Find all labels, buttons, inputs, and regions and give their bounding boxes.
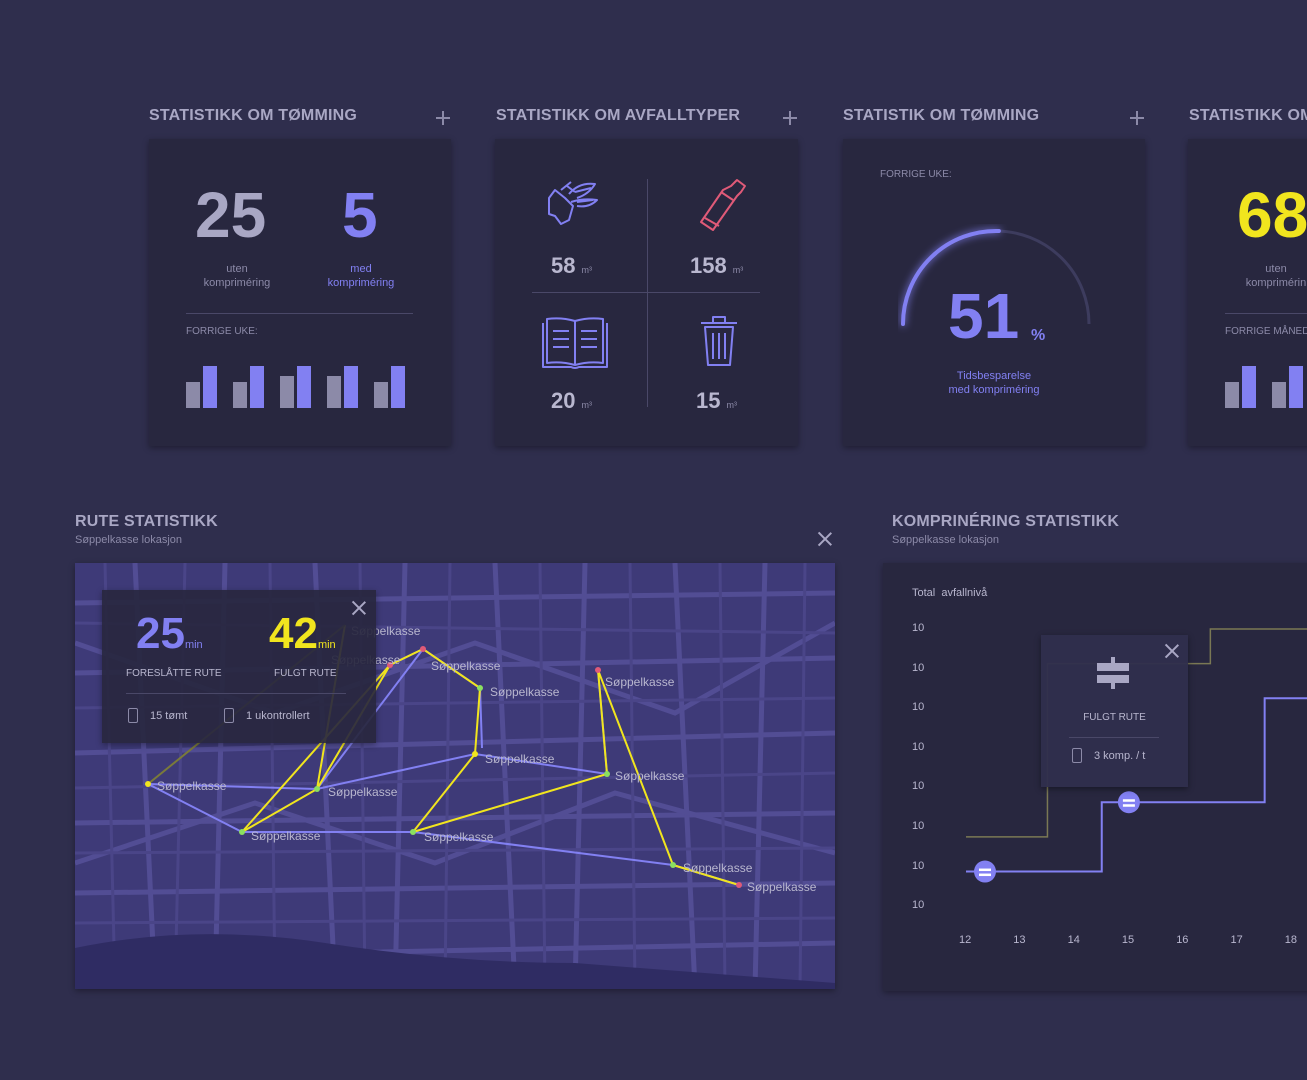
compression-subtitle: Søppelkasse lokasjon [892,534,1000,546]
card-title-tomming-2: STATISTIK OM TØMMING [843,107,1040,124]
route-summary-panel: 25min FORESLÅTTE RUTE 42min FULGT RUTE 1… [102,590,376,743]
organic-waste-icon [548,181,598,225]
add-icon[interactable] [783,111,797,125]
unchecked-count: 1 ukontrollert [246,710,310,722]
bin-label: Søppelkasse [251,829,321,843]
close-icon[interactable] [818,532,832,546]
number-without-compression: 25 [195,179,267,251]
trash-bin-icon [701,316,737,366]
bin-label: Søppelkasse [615,769,685,783]
bar-with [1242,366,1256,408]
paper-book-icon [542,317,608,369]
compression-icon [1097,657,1129,689]
compression-event-marker[interactable] [974,860,996,883]
organic-value: 58 m³ [551,253,592,278]
bar-with [250,366,264,408]
suggested-route-value: 25min [136,609,203,658]
bar-with [344,366,358,408]
divider [1225,313,1307,314]
bin-label: Søppelkasse [605,675,675,689]
card-title-partial: STATISTIKK OM A [1189,107,1307,124]
bar-without [280,375,294,408]
bottle-icon [700,179,746,231]
tooltip-value: 3 komp. / t [1094,750,1146,762]
percent-sign: % [1031,327,1046,344]
week-label: FORRIGE UKE: [186,326,258,337]
bin-label: Søppelkasse [747,880,817,894]
bin-label: Søppelkasse [157,779,227,793]
card-avfalltyper: 58 m³ 158 m³ 20 m³ 15 m³ [495,139,798,446]
weekly-bar-chart [186,366,416,408]
bin-icon [1072,748,1082,763]
route-subtitle: Søppelkasse lokasjon [75,534,183,546]
compression-chart-card: Total avfallnivå 10 10 10 10 10 10 10 10 12 13 14… [883,563,1307,991]
gauge-percent: 51 [948,280,1020,352]
label-without-compression: uten kompriméring [203,263,271,289]
bar-without [327,375,341,408]
bin-label: Søppelkasse [328,785,398,799]
card-title-tomming: STATISTIKK OM TØMMING [149,107,358,124]
number-partial: 68 [1237,179,1307,251]
bin-icon [128,708,138,723]
card-title-avfalltyper: STATISTIKK OM AVFALLTYPER [496,107,741,124]
divider [186,313,413,314]
followed-route-value: 42min [269,609,336,658]
label-with-compression: med kompriméring [327,263,395,289]
suggested-route-label: FORESLÅTTE RUTE [126,668,222,679]
close-icon[interactable] [352,601,366,615]
card-tomming: 25 uten kompriméring 5 med kompriméring … [149,139,451,446]
bin-label: Søppelkasse [431,659,501,673]
bar-with [391,366,405,408]
divider [1069,737,1159,738]
compression-title: KOMPRINÉRING STATISTIKK [892,513,1120,530]
bin-label: Søppelkasse [424,830,494,844]
bar-without [1225,381,1239,408]
bin-label: Søppelkasse [490,685,560,699]
divider-vertical [647,179,648,407]
bin-label: Søppelkasse [683,861,753,875]
bar-without [1272,381,1286,408]
followed-route-tooltip: FULGT RUTE 3 komp. / t [1041,635,1188,787]
emptied-count: 15 tømt [150,710,188,722]
bin-label: Søppelkasse [485,752,555,766]
add-icon[interactable] [1130,111,1144,125]
route-map[interactable]: Søppelkasse Søppelkasse Søppelkasse Søpp… [75,563,835,989]
divider [126,693,346,694]
route-title: RUTE STATISTIKK [75,513,218,530]
bar-without [186,381,200,408]
add-icon[interactable] [436,111,450,125]
card-gauge: FORRIGE UKE: 51 % Tidsbesparelse med kom… [843,139,1145,446]
trash-value: 15 m³ [696,388,737,413]
number-with-compression: 5 [342,179,378,251]
week-label: FORRIGE UKE: [880,169,952,180]
bar-without [374,381,388,408]
bar-with [1289,366,1303,408]
bar-with [203,366,217,408]
bar-without [233,381,247,408]
label-partial: uten komprimérin [1245,263,1307,289]
divider-horizontal [532,292,760,293]
gauge-caption: Tidsbesparelse med kompriméring [948,370,1040,396]
month-label: FORRIGE MÅNED [1225,326,1307,337]
bottle-value: 158 m³ [690,253,744,278]
card-partial: 68 uten komprimérin FORRIGE MÅNED [1188,139,1307,446]
compression-event-marker[interactable] [1117,791,1140,814]
monthly-bar-chart [1225,366,1307,408]
paper-value: 20 m³ [551,388,592,413]
close-icon[interactable] [1165,644,1179,658]
bar-with [297,366,311,408]
tooltip-title: FULGT RUTE [1083,712,1146,723]
followed-route-label: FULGT RUTE [274,668,337,679]
bin-icon [224,708,234,723]
